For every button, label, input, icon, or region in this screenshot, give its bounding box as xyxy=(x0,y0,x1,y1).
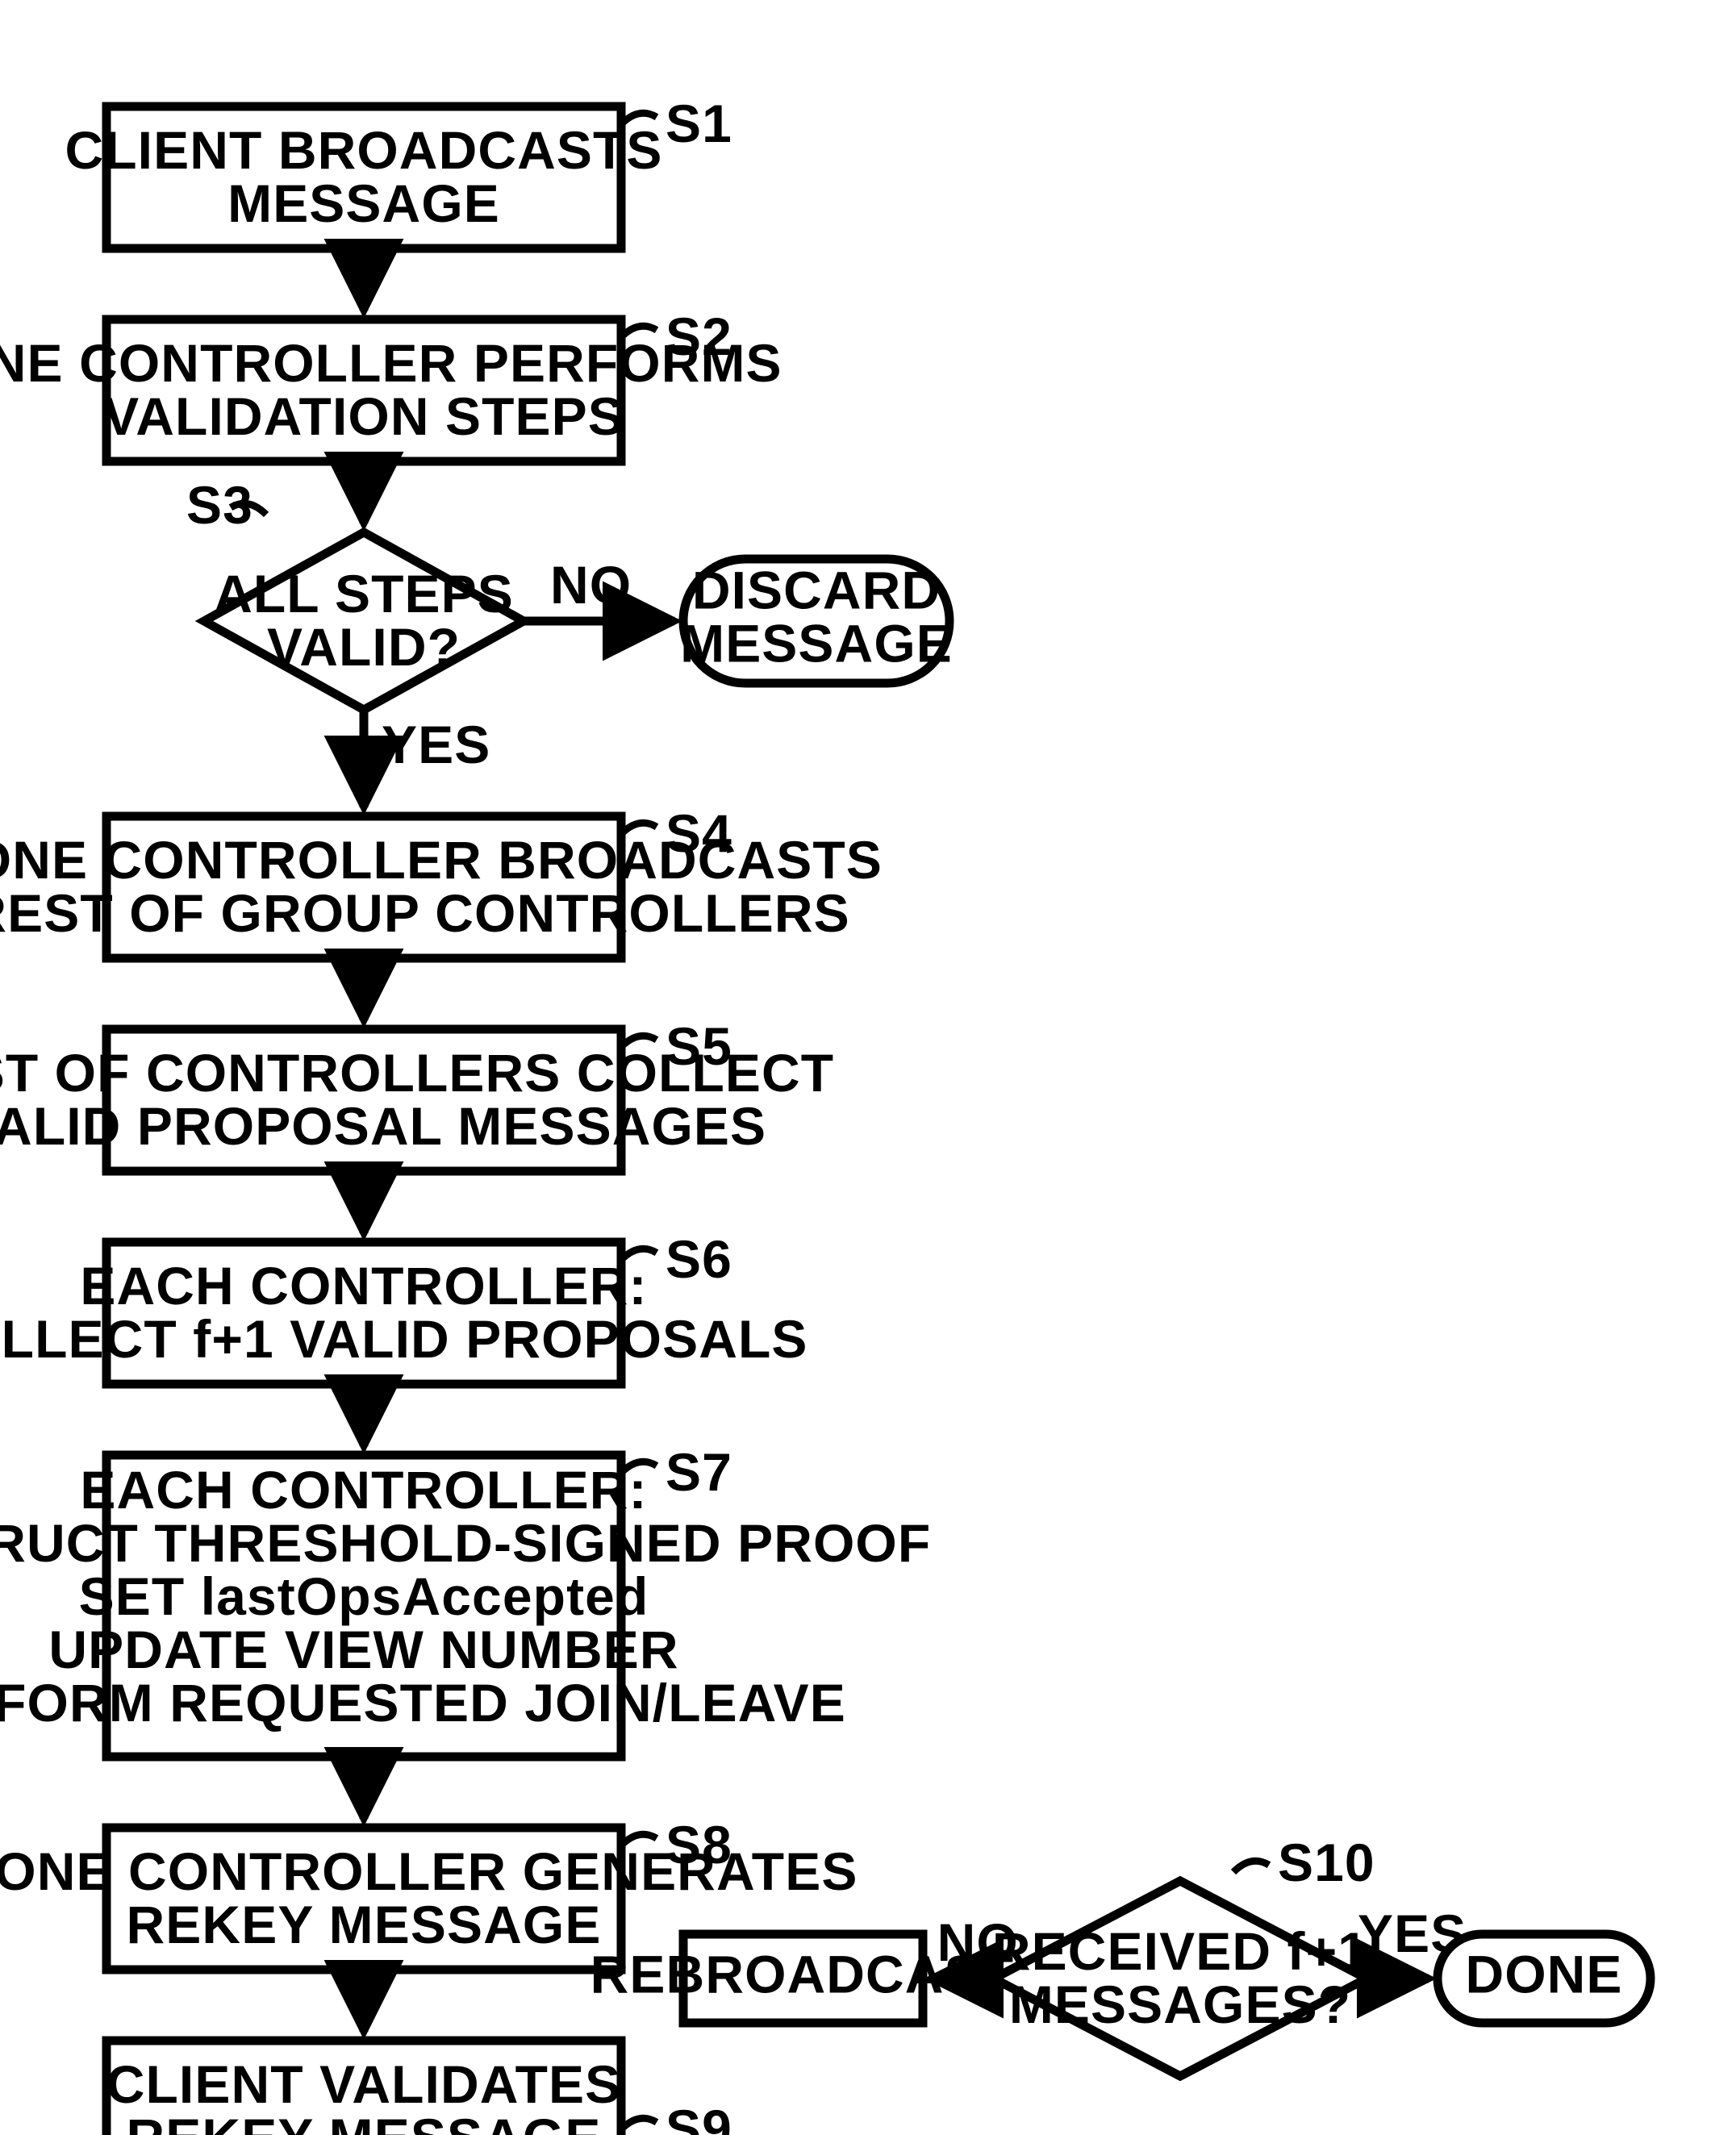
svg-text:MESSAGE: MESSAGE xyxy=(227,173,500,233)
svg-text:VALID PROPOSAL MESSAGES: VALID PROPOSAL MESSAGES xyxy=(0,1096,766,1156)
svg-text:UPDATE VIEW NUMBER: UPDATE VIEW NUMBER xyxy=(48,1620,678,1679)
svg-text:COLLECT f+1 VALID PROPOSALS: COLLECT f+1 VALID PROPOSALS xyxy=(0,1309,808,1369)
flowchart: CLIENT BROADCASTS MESSAGE S1 ONE CONTROL… xyxy=(0,0,1736,2135)
svg-text:S8: S8 xyxy=(666,1815,732,1874)
svg-text:S3: S3 xyxy=(186,475,253,535)
edge-s3-s4: YES xyxy=(364,710,490,807)
node-s9: CLIENT VALIDATES REKEY MESSAGE S9 xyxy=(106,2041,732,2135)
svg-text:THE ONE CONTROLLER BROADCASTS: THE ONE CONTROLLER BROADCASTS xyxy=(0,830,883,890)
svg-text:NO: NO xyxy=(550,555,632,615)
svg-text:CLIENT VALIDATES: CLIENT VALIDATES xyxy=(106,2054,621,2114)
svg-text:VALID?: VALID? xyxy=(267,617,461,677)
svg-text:S10: S10 xyxy=(1278,1833,1375,1892)
svg-text:S5: S5 xyxy=(666,1016,732,1076)
svg-text:TO REST OF GROUP CONTROLLERS: TO REST OF GROUP CONTROLLERS xyxy=(0,883,850,943)
svg-text:SET lastOpsAccepted: SET lastOpsAccepted xyxy=(79,1566,649,1626)
svg-text:S4: S4 xyxy=(666,803,732,863)
node-s3: ALL STEPS VALID? S3 xyxy=(186,475,524,710)
node-discard: DISCARD MESSAGE xyxy=(680,559,953,683)
node-s10: RECEIVED f+1 MESSAGES? S10 xyxy=(992,1833,1375,2076)
node-s1: CLIENT BROADCASTS MESSAGE S1 xyxy=(65,94,732,248)
svg-text:EACH CONTROLLER:: EACH CONTROLLER: xyxy=(80,1460,647,1520)
svg-text:S2: S2 xyxy=(666,306,732,366)
node-rebroadcast: REBROADCAST xyxy=(590,1934,1014,2023)
edge-s3-discard: NO xyxy=(524,555,674,621)
node-s2: ONE CONTROLLER PERFORMS VALIDATION STEPS… xyxy=(0,306,782,461)
svg-text:CLIENT BROADCASTS: CLIENT BROADCASTS xyxy=(65,120,662,180)
node-done: DONE xyxy=(1438,1934,1650,2023)
svg-text:PERFORM REQUESTED JOIN/LEAVE: PERFORM REQUESTED JOIN/LEAVE xyxy=(0,1673,846,1733)
svg-text:S7: S7 xyxy=(666,1442,732,1502)
svg-text:DONE: DONE xyxy=(1465,1945,1622,2004)
svg-text:YES: YES xyxy=(382,715,490,774)
node-s7: EACH CONTROLLER: CONSTRUCT THRESHOLD-SIG… xyxy=(0,1442,931,1757)
node-s5: REST OF CONTROLLERS COLLECT VALID PROPOS… xyxy=(0,1016,834,1171)
svg-text:S1: S1 xyxy=(666,94,732,153)
svg-text:MESSAGE: MESSAGE xyxy=(680,614,953,673)
node-s4: THE ONE CONTROLLER BROADCASTS TO REST OF… xyxy=(0,803,883,958)
svg-text:ALL STEPS: ALL STEPS xyxy=(214,564,514,623)
svg-text:S9: S9 xyxy=(666,2099,732,2135)
svg-text:DISCARD: DISCARD xyxy=(692,561,941,620)
svg-text:S6: S6 xyxy=(666,1229,732,1289)
svg-text:REKEY MESSAGE: REKEY MESSAGE xyxy=(127,1895,602,1954)
svg-text:EACH CONTROLLER:: EACH CONTROLLER: xyxy=(80,1256,647,1316)
svg-text:VALIDATION STEPS: VALIDATION STEPS xyxy=(103,386,624,446)
svg-text:CONSTRUCT THRESHOLD-SIGNED PRO: CONSTRUCT THRESHOLD-SIGNED PROOF xyxy=(0,1513,931,1573)
svg-text:MESSAGES?: MESSAGES? xyxy=(1009,1974,1351,2034)
svg-text:REKEY MESSAGE: REKEY MESSAGE xyxy=(127,2108,602,2135)
svg-text:RECEIVED f+1: RECEIVED f+1 xyxy=(992,1921,1368,1981)
node-s6: EACH CONTROLLER: COLLECT f+1 VALID PROPO… xyxy=(0,1229,808,1384)
svg-text:REBROADCAST: REBROADCAST xyxy=(590,1945,1014,2004)
